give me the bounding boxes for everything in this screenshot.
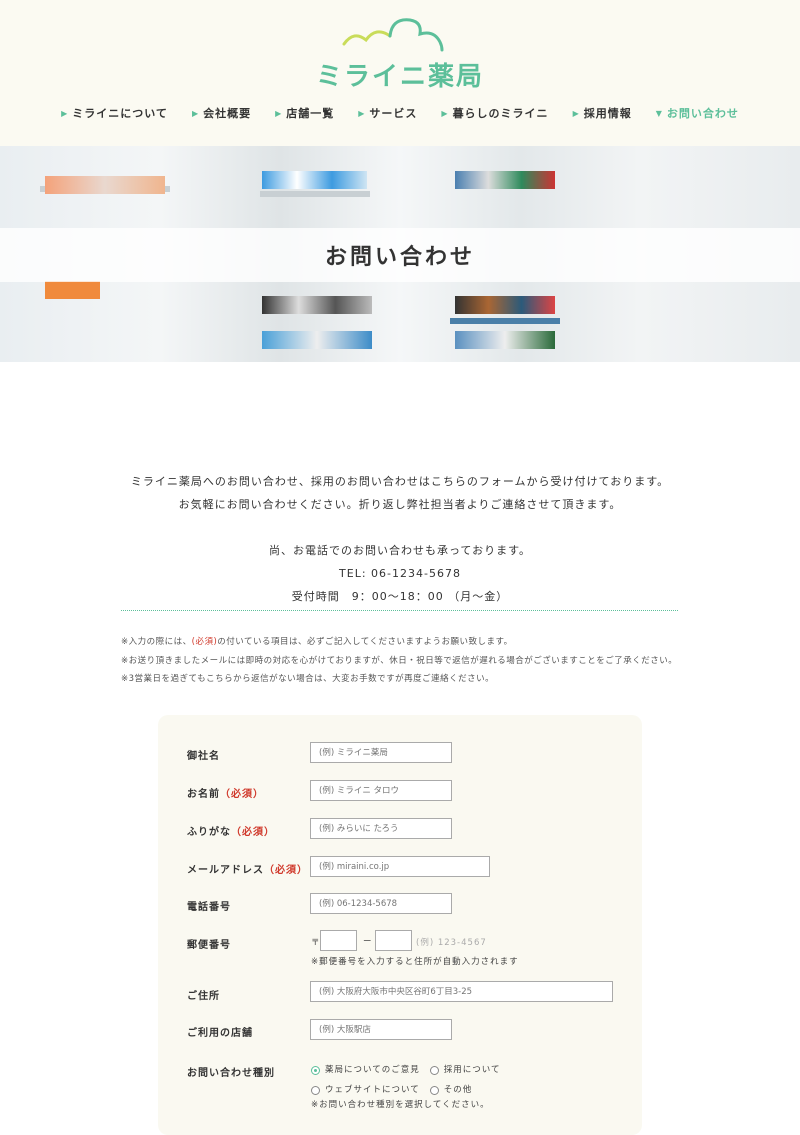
triangle-right-icon: ▶ (441, 108, 449, 118)
logo[interactable]: ミライニ薬局 (310, 16, 490, 92)
nav-label: お問い合わせ (666, 107, 739, 120)
main-nav: ▶ ミライニについて ▶ 会社概要 ▶ 店舗一覧 ▶ サービス ▶ 暮らしのミライニ ▶ 採用情報 ▼ お… (0, 105, 800, 121)
tel-number: TEL: 06-1234-5678 (339, 567, 461, 580)
radio-label: ウェブサイトについて (325, 1085, 420, 1095)
nav-item[interactable]: ▶ 採用情報 (573, 105, 632, 121)
required-marker: (必須) (191, 637, 218, 647)
note-text: ※お送り頂きましたメールには即時の対応を心がけておりますが、休日・祝日等で返信が… (121, 655, 678, 666)
intro-line: ミライニ薬局へのお問い合わせ、採用のお問い合わせはこちらのフォームから受け付けて… (130, 475, 670, 488)
nav-item[interactable]: ▶ 店舗一覧 (275, 105, 334, 121)
name-label: お名前（必須） (187, 789, 264, 800)
email-input[interactable] (310, 856, 490, 877)
phone-label: 電話番号 (187, 902, 231, 913)
kana-input[interactable] (310, 818, 452, 839)
nav-item[interactable]: ▶ ミライニについて (61, 105, 168, 121)
type-label: お問い合わせ種別 (187, 1068, 275, 1079)
triangle-down-icon: ▼ (655, 108, 663, 118)
radio-label: その他 (443, 1085, 473, 1095)
note-text: の付いている項目は、必ずご記入してくださいますようお願い致します。 (217, 637, 513, 647)
name-input[interactable] (310, 780, 452, 801)
radio-label: 薬局についてのご意見 (325, 1065, 420, 1075)
store-label: ご利用の店舗 (187, 1028, 253, 1039)
nav-item[interactable]: ▶ 暮らしのミライニ (441, 105, 548, 121)
email-label: メールアドレス（必須） (187, 865, 308, 876)
triangle-right-icon: ▶ (61, 108, 69, 118)
radio-icon[interactable] (429, 1066, 439, 1075)
business-hours: 受付時間 9：00〜18：00 （月〜金） (291, 590, 509, 603)
nav-label: ミライニについて (72, 107, 168, 120)
zip-input-1[interactable] (320, 930, 357, 951)
hero-banner: お問い合わせ (0, 146, 800, 362)
contact-form: 御社名 お名前（必須） ふりがな（必須） メールアドレス（必須） 電話番号 郵便… (158, 715, 642, 1135)
intro-text: ミライニ薬局へのお問い合わせ、採用のお問い合わせはこちらのフォームから受け付けて… (0, 470, 800, 608)
type-radio-option[interactable]: 薬局についてのご意見 (311, 1062, 420, 1079)
radio-icon[interactable] (311, 1086, 320, 1095)
site-header: ミライニ薬局 ▶ ミライニについて ▶ 会社概要 ▶ 店舗一覧 ▶ サービス ▶ 暮らしのミライニ… (0, 0, 800, 146)
nav-label: 店舗一覧 (286, 107, 335, 120)
type-note: ※お問い合わせ種別を選択してください。 (311, 1100, 490, 1110)
divider (121, 610, 678, 611)
company-input[interactable] (310, 742, 452, 763)
nav-item[interactable]: ▼ お問い合わせ (656, 105, 739, 121)
phone-input[interactable] (310, 893, 452, 914)
store-input[interactable] (310, 1019, 452, 1040)
page-title: お問い合わせ (0, 228, 800, 282)
nav-label: サービス (369, 107, 418, 120)
address-label: ご住所 (187, 991, 220, 1002)
triangle-right-icon: ▶ (572, 108, 580, 118)
nav-item[interactable]: ▶ サービス (358, 105, 417, 121)
type-radio-option[interactable]: その他 (429, 1082, 473, 1099)
cloud-logo-icon (342, 18, 444, 52)
nav-label: 暮らしのミライニ (452, 107, 549, 120)
note-text: ※3営業日を過ぎてもこちらから返信がない場合は、大変お手数ですが再度ご連絡くださ… (121, 674, 495, 684)
type-radio-group: 薬局についてのご意見 採用についてウェブサイトについて その他 (311, 1062, 621, 1102)
triangle-right-icon: ▶ (191, 108, 200, 118)
triangle-right-icon: ▶ (358, 108, 366, 118)
zip-note: ※郵便番号を入力すると住所が自動入力されます (311, 957, 519, 967)
nav-label: 会社概要 (203, 107, 252, 120)
intro-line: お気軽にお問い合わせください。折り返し弊社担当者よりご連絡させて頂きます。 (178, 498, 622, 511)
company-label: 御社名 (187, 751, 220, 762)
intro-line: 尚、お電話でのお問い合わせも承っております。 (268, 544, 532, 557)
kana-label: ふりがな（必須） (187, 827, 275, 838)
note-text: ※入力の際には、 (121, 637, 192, 647)
logo-text: ミライニ薬局 (315, 62, 484, 92)
zip-input-2[interactable] (375, 930, 412, 951)
radio-icon[interactable] (311, 1066, 320, 1075)
zip-label: 郵便番号 (187, 940, 231, 951)
radio-label: 採用について (443, 1065, 501, 1075)
address-input[interactable] (310, 981, 613, 1002)
zip-separator: ー (363, 937, 373, 947)
nav-item[interactable]: ▶ 会社概要 (192, 105, 251, 121)
zip-example: (例) 123-4567 (416, 938, 487, 948)
type-radio-option[interactable]: 採用について (429, 1062, 501, 1079)
radio-icon[interactable] (429, 1086, 439, 1095)
type-radio-option[interactable]: ウェブサイトについて (311, 1082, 420, 1099)
triangle-right-icon: ▶ (275, 108, 283, 118)
notes: ※入力の際には、(必須)の付いている項目は、必ずご記入してくださいますようお願い… (121, 633, 677, 689)
nav-label: 採用情報 (583, 107, 632, 120)
